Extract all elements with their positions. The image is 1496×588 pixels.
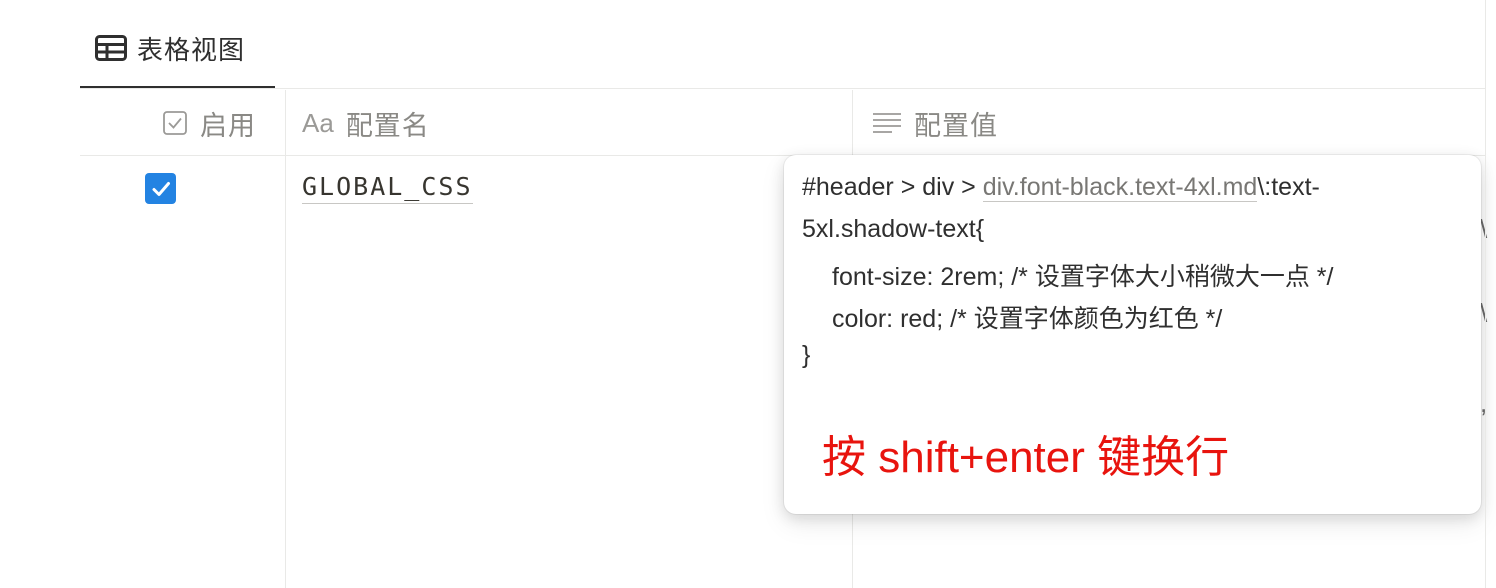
column-header-enabled[interactable]: 启用 bbox=[162, 90, 256, 156]
annotation-hint: 按 shift+enter 键换行 bbox=[822, 433, 1230, 482]
code-line: color: red; /* 设置字体颜色为红色 */ bbox=[832, 305, 1223, 333]
checkbox-icon bbox=[163, 111, 187, 135]
code-line: #header > div > div.font-black.text-4xl.… bbox=[802, 173, 1320, 202]
clipped-text-fragment: \ bbox=[1480, 214, 1488, 244]
config-name-cell[interactable]: GLOBAL_CSS bbox=[302, 172, 473, 204]
table-icon bbox=[95, 35, 127, 61]
table-view-tab[interactable]: 表格视图 bbox=[80, 0, 275, 89]
database-page: 表格视图 启用 Aa 配置名 配置值 GLOBAL_CSS \ \ , #hea… bbox=[0, 0, 1496, 588]
page-edge bbox=[1485, 0, 1486, 588]
text-lines-icon bbox=[873, 113, 901, 133]
tab-divider bbox=[80, 88, 1486, 89]
enabled-checkbox[interactable] bbox=[145, 173, 176, 204]
code-link[interactable]: div.font-black.text-4xl.md bbox=[982, 173, 1258, 202]
code-text: #header > div > bbox=[802, 173, 983, 201]
checkmark-icon bbox=[152, 181, 170, 196]
column-header-config-name[interactable]: Aa 配置名 bbox=[302, 90, 430, 156]
table-header-row: 启用 Aa 配置名 配置值 bbox=[80, 90, 1486, 156]
column-header-label: 配置值 bbox=[914, 110, 998, 141]
config-value-editor[interactable]: #header > div > div.font-black.text-4xl.… bbox=[784, 155, 1481, 514]
code-line: 5xl.shadow-text{ bbox=[802, 215, 985, 243]
table-view-tab-label: 表格视图 bbox=[137, 34, 246, 65]
code-line: } bbox=[802, 341, 811, 369]
code-line: font-size: 2rem; /* 设置字体大小稍微大一点 */ bbox=[832, 263, 1334, 291]
code-text: \:text- bbox=[1257, 173, 1320, 201]
clipped-text-fragment: \ bbox=[1480, 298, 1488, 328]
column-divider bbox=[285, 90, 286, 588]
clipped-text-fragment: , bbox=[1480, 388, 1488, 418]
column-header-label: 配置名 bbox=[345, 110, 430, 141]
text-type-icon: Aa bbox=[302, 107, 334, 138]
column-header-config-value[interactable]: 配置值 bbox=[872, 90, 998, 156]
column-header-label: 启用 bbox=[200, 110, 256, 141]
